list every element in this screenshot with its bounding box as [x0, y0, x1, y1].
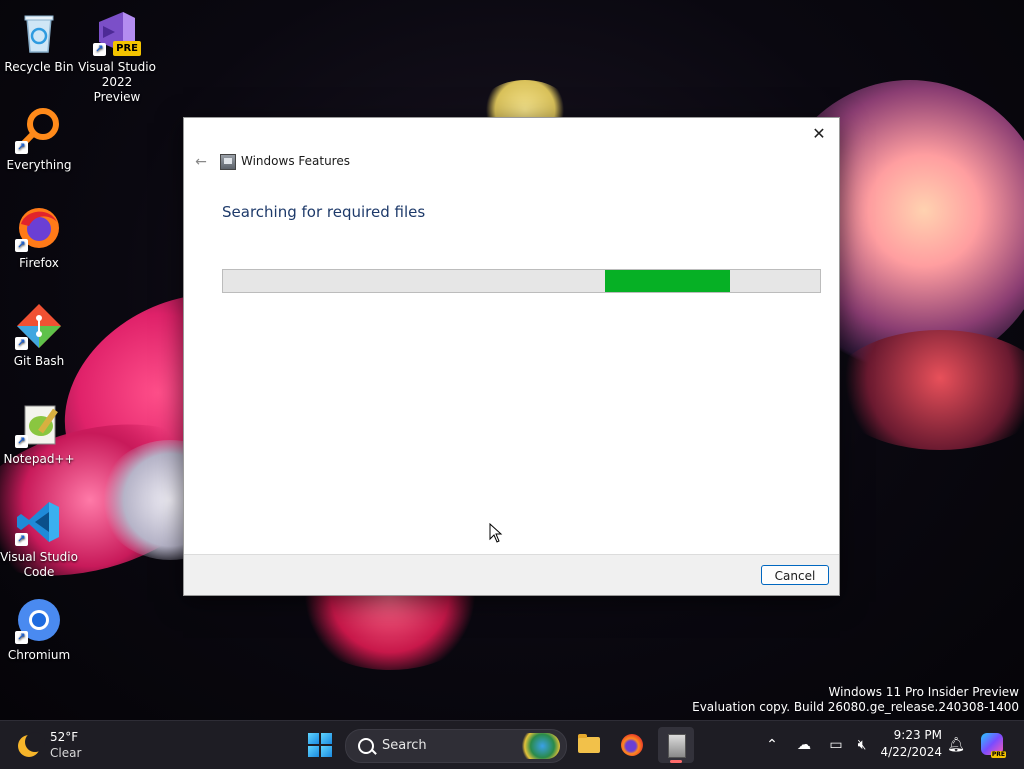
git-bash-icon: ↗	[15, 302, 63, 350]
desktop-icon-notepad-plus-plus[interactable]: ↗ Notepad++	[0, 394, 78, 467]
shortcut-arrow-icon: ↗	[15, 239, 28, 252]
notification-bell-icon[interactable]: 🔔︎	[946, 735, 966, 755]
desktop-icon-git-bash[interactable]: ↗ Git Bash	[0, 296, 78, 369]
search-placeholder: Search	[382, 738, 427, 753]
notepad-plus-plus-icon: ↗	[15, 400, 63, 448]
taskbar-search-box[interactable]: Search	[345, 729, 567, 763]
cancel-button[interactable]: Cancel	[761, 565, 829, 585]
windows-logo-icon	[308, 733, 319, 744]
search-icon	[358, 738, 374, 754]
taskbar-file-explorer[interactable]	[570, 727, 606, 763]
recycle-bin-icon	[15, 8, 63, 56]
clock-date: 4/22/2024	[880, 745, 942, 759]
chevron-up-icon[interactable]: ⌃	[762, 735, 782, 755]
windows-features-icon	[220, 154, 236, 170]
shortcut-arrow-icon: ↗	[15, 337, 28, 350]
shortcut-arrow-icon: ↗	[15, 435, 28, 448]
desktop-icon-firefox[interactable]: ↗ Firefox	[0, 198, 78, 271]
close-button[interactable]: ✕	[805, 122, 833, 146]
visual-studio-icon: ↗ PRE	[93, 8, 141, 56]
shortcut-arrow-icon: ↗	[15, 141, 28, 154]
active-app-indicator	[670, 760, 682, 763]
folder-icon	[578, 734, 600, 753]
moon-icon	[18, 732, 45, 757]
everything-search-icon: ↗	[15, 106, 63, 154]
network-icon[interactable]: ▭	[826, 735, 846, 755]
progress-bar	[222, 269, 821, 293]
desktop-icon-visual-studio-2022[interactable]: ↗ PRE Visual Studio 2022 Preview	[78, 2, 156, 105]
firefox-icon: ↗	[15, 204, 63, 252]
weather-temperature: 52°F	[50, 730, 79, 744]
weather-condition: Clear	[50, 746, 82, 760]
taskbar: 52°F Clear Search ⌃ ☁ ▭ 🔇︎ 9:23 PM 4/22/…	[0, 720, 1024, 769]
shortcut-arrow-icon: ↗	[15, 631, 28, 644]
copilot-icon[interactable]: PRE	[981, 733, 1006, 758]
taskbar-clock[interactable]: 9:23 PM 4/22/2024	[876, 727, 942, 761]
desktop-icon-vscode[interactable]: ↗ Visual Studio Code	[0, 492, 78, 580]
window-title: Windows Features	[241, 154, 350, 168]
copilot-preview-badge: PRE	[990, 751, 1006, 758]
search-highlight-globe-icon	[516, 733, 560, 759]
desktop-icon-recycle-bin[interactable]: Recycle Bin	[0, 2, 78, 75]
weather-widget[interactable]: 52°F Clear	[18, 729, 108, 761]
dialog-footer: Cancel	[184, 554, 839, 595]
status-heading: Searching for required files	[222, 203, 426, 221]
taskbar-windows-features[interactable]	[658, 727, 694, 763]
start-button[interactable]	[308, 733, 332, 757]
windows-features-icon	[668, 734, 686, 758]
preview-badge: PRE	[113, 41, 141, 56]
chromium-icon: ↗	[15, 596, 63, 644]
desktop-icon-everything[interactable]: ↗ Everything	[0, 100, 78, 173]
shortcut-arrow-icon: ↗	[15, 533, 28, 546]
shortcut-arrow-icon: ↗	[93, 43, 106, 56]
desktop-icon-chromium[interactable]: ↗ Chromium	[0, 590, 78, 663]
clock-time: 9:23 PM	[893, 728, 942, 742]
vscode-icon: ↗	[15, 498, 63, 546]
progress-bar-fill	[605, 270, 731, 292]
firefox-icon	[621, 734, 643, 756]
volume-muted-icon[interactable]: 🔇︎	[852, 735, 872, 755]
evaluation-watermark: Windows 11 Pro Insider Preview Evaluatio…	[692, 685, 1019, 714]
onedrive-offline-icon[interactable]: ☁	[794, 735, 814, 755]
back-arrow-icon[interactable]: ←	[191, 153, 211, 171]
windows-features-dialog: ✕ ← Windows Features Searching for requi…	[183, 117, 840, 596]
taskbar-firefox[interactable]	[614, 727, 650, 763]
